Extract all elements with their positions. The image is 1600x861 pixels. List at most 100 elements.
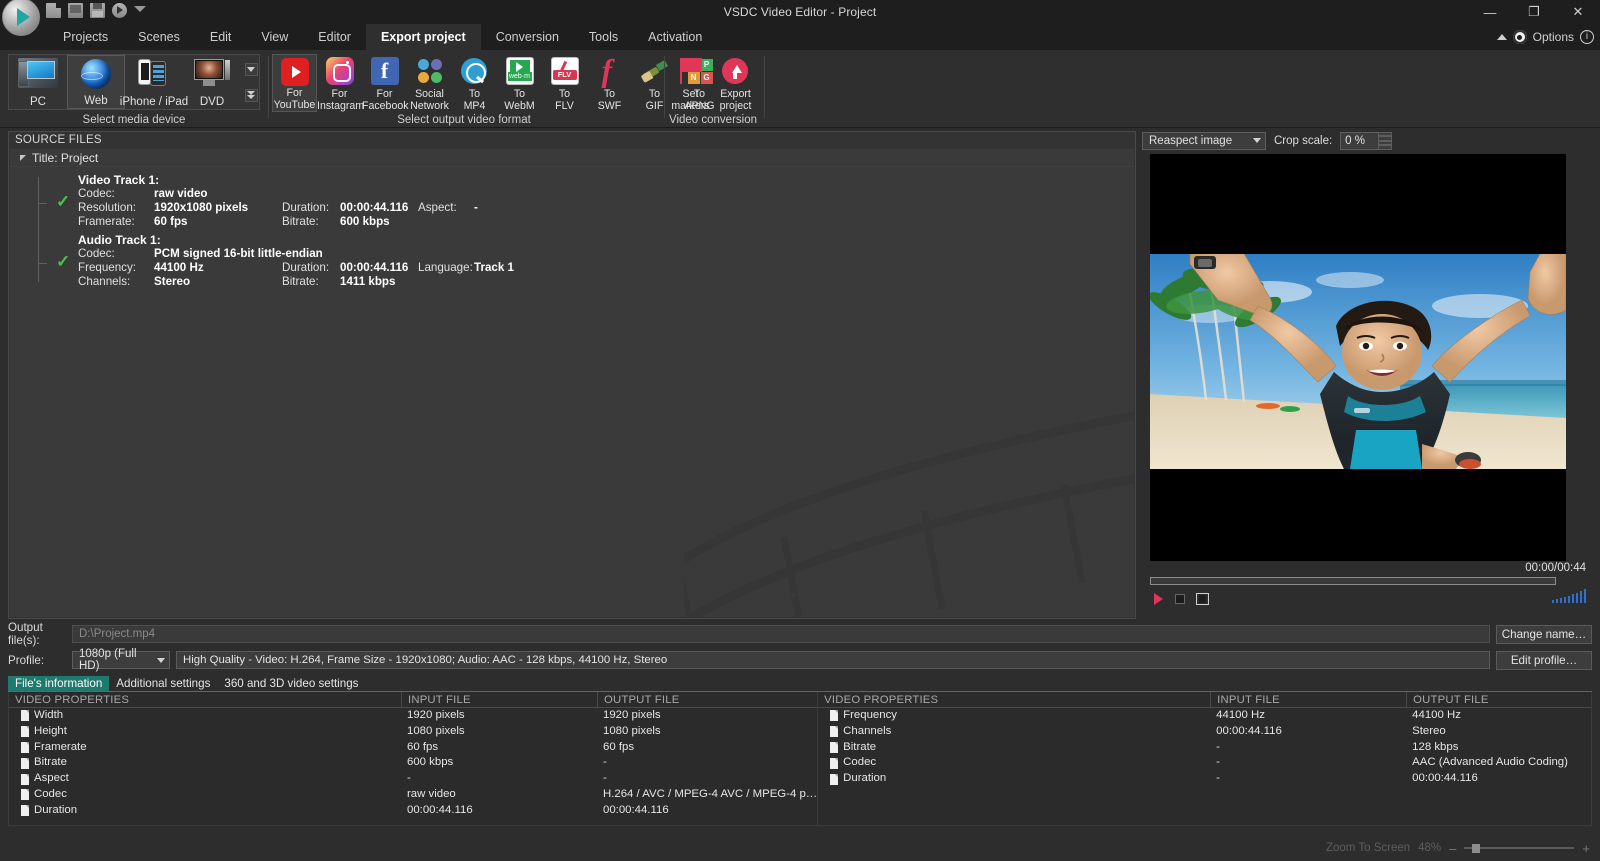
- info-icon[interactable]: i: [1580, 30, 1594, 44]
- audio-frequency-key: Frequency:: [78, 261, 154, 275]
- tab-activation[interactable]: Activation: [633, 24, 717, 50]
- close-button[interactable]: ✕: [1556, 0, 1600, 24]
- table-row[interactable]: Aspect - -: [9, 771, 817, 787]
- profile-description-combo[interactable]: High Quality - Video: H.264, Frame Size …: [176, 651, 1490, 669]
- audio-language-key: Language:: [418, 261, 474, 275]
- set-markers-button[interactable]: Setmarkers: [668, 54, 713, 112]
- video-preview-stage[interactable]: [1150, 154, 1566, 561]
- mp4-icon: [461, 57, 489, 85]
- format-for-facebook[interactable]: f ForFacebook: [362, 54, 407, 112]
- tab-conversion[interactable]: Conversion: [481, 24, 574, 50]
- options-label[interactable]: Options: [1533, 30, 1574, 44]
- table-row[interactable]: Bitrate - 128 kbps: [818, 740, 1591, 756]
- preview-icon[interactable]: [112, 3, 127, 18]
- audio-col-input: INPUT FILE: [1210, 692, 1406, 707]
- tab-export-project[interactable]: Export project: [366, 24, 481, 50]
- format-to-webm[interactable]: web·m ToWebM: [497, 54, 542, 112]
- tab-edit[interactable]: Edit: [195, 24, 247, 50]
- tab-editor[interactable]: Editor: [303, 24, 366, 50]
- table-row[interactable]: Frequency 44100 Hz 44100 Hz: [818, 708, 1591, 724]
- table-row[interactable]: Duration - 00:00:44.116: [818, 771, 1591, 787]
- ribbon-separator-3: [764, 56, 765, 118]
- audio-duration-value: 00:00:44.116: [340, 261, 418, 275]
- video-framerate-value: 60 fps: [154, 215, 282, 229]
- format-for-instagram[interactable]: ForInstagram: [317, 54, 362, 112]
- tab-files-information[interactable]: File's information: [8, 676, 109, 691]
- table-row[interactable]: Height 1080 pixels 1080 pixels: [9, 724, 817, 740]
- export-project-button[interactable]: Exportproject: [713, 54, 758, 112]
- zoom-slider[interactable]: [1464, 842, 1574, 854]
- table-row[interactable]: Bitrate 600 kbps -: [9, 755, 817, 771]
- format-to-flv[interactable]: FLV ToFLV: [542, 54, 587, 112]
- edit-profile-button[interactable]: Edit profile…: [1496, 651, 1592, 670]
- video-aspect-value: -: [474, 201, 478, 215]
- play-button[interactable]: [1150, 591, 1166, 606]
- cell-input: raw video: [401, 787, 597, 803]
- tab-projects[interactable]: Projects: [48, 24, 123, 50]
- media-device-iphone-ipad[interactable]: iPhone / iPad: [125, 55, 183, 109]
- open-project-icon[interactable]: [68, 3, 83, 18]
- tab-view[interactable]: View: [246, 24, 303, 50]
- aspect-mode-combo[interactable]: Reaspect image: [1142, 132, 1266, 150]
- scroll-more-button[interactable]: [245, 89, 258, 102]
- table-row[interactable]: Duration 00:00:44.116 00:00:44.116: [9, 803, 817, 819]
- format-to-swf[interactable]: ToSWF: [587, 54, 632, 112]
- format-for-youtube[interactable]: ForYouTube: [272, 54, 317, 112]
- crop-scale-down-button[interactable]: [1378, 141, 1392, 150]
- change-name-button[interactable]: Change name…: [1496, 625, 1592, 644]
- new-project-icon[interactable]: [46, 3, 61, 18]
- crop-scale-buttons: [1378, 132, 1392, 150]
- output-file-input[interactable]: D:\Project.mp4: [72, 625, 1490, 643]
- table-row[interactable]: Channels 00:00:44.116 Stereo: [818, 724, 1591, 740]
- fullscreen-button[interactable]: [1194, 591, 1210, 606]
- table-row[interactable]: Codec raw video H.264 / AVC / MPEG-4 AVC…: [9, 787, 817, 803]
- crop-scale-stepper[interactable]: 0 %: [1340, 132, 1392, 150]
- video-track-checkmark[interactable]: ✓: [56, 194, 70, 210]
- save-project-icon[interactable]: [90, 3, 105, 18]
- media-device-dvd[interactable]: DVD: [183, 55, 241, 109]
- media-device-pc[interactable]: PC: [9, 55, 67, 109]
- audio-channels-key: Channels:: [78, 275, 154, 289]
- maximize-button[interactable]: ❐: [1512, 0, 1556, 24]
- ribbon-group-output-format: ForYouTube ForInstagram f ForFacebook: [268, 50, 660, 128]
- media-device-web[interactable]: Web: [67, 55, 125, 109]
- table-row[interactable]: Codec - AAC (Advanced Audio Coding): [818, 755, 1591, 771]
- crop-scale-value[interactable]: 0 %: [1340, 132, 1378, 150]
- audio-track-branch: ✓ Audio Track 1: Codec: PCM signed 16-bi…: [38, 233, 1134, 289]
- format-social-network[interactable]: SocialNetwork: [407, 54, 452, 112]
- zoom-slider-knob[interactable]: [1472, 844, 1480, 853]
- tab-additional-settings[interactable]: Additional settings: [109, 676, 217, 691]
- video-framerate-key: Framerate:: [78, 215, 154, 229]
- media-device-group-label: Select media device: [0, 114, 268, 126]
- source-tree-root[interactable]: Title: Project: [10, 149, 1134, 167]
- output-format-buttons: ForYouTube ForInstagram f ForFacebook: [272, 54, 722, 112]
- cell-input: 600 kbps: [401, 755, 597, 771]
- format-for-youtube-label: ForYouTube: [273, 88, 316, 111]
- property-icon: [21, 789, 29, 800]
- tab-tools[interactable]: Tools: [574, 24, 633, 50]
- tab-scenes[interactable]: Scenes: [123, 24, 195, 50]
- seek-slider[interactable]: [1150, 577, 1556, 585]
- table-row[interactable]: Width 1920 pixels 1920 pixels: [9, 708, 817, 724]
- crop-scale-up-button[interactable]: [1378, 132, 1392, 141]
- table-row[interactable]: Framerate 60 fps 60 fps: [9, 740, 817, 756]
- format-to-flv-label: ToFLV: [542, 89, 587, 112]
- property-icon: [830, 774, 838, 785]
- zoom-to-screen-label[interactable]: Zoom To Screen: [1326, 842, 1410, 854]
- profile-combo[interactable]: 1080p (Full HD): [72, 651, 170, 669]
- format-to-mp4[interactable]: ToMP4: [452, 54, 497, 112]
- collapse-triangle-icon[interactable]: [20, 155, 26, 161]
- gear-icon[interactable]: [1513, 30, 1527, 44]
- video-bitrate-value: 600 kbps: [340, 215, 418, 229]
- tab-360-3d-video-settings[interactable]: 360 and 3D video settings: [217, 676, 365, 691]
- minimize-button[interactable]: —: [1468, 0, 1512, 24]
- collapse-ribbon-icon[interactable]: [1497, 34, 1507, 40]
- customize-qat-icon[interactable]: [134, 3, 149, 18]
- stop-button[interactable]: [1172, 591, 1188, 606]
- video-conversion-buttons: Setmarkers Exportproject: [668, 54, 758, 112]
- audio-track-checkmark[interactable]: ✓: [56, 254, 70, 270]
- volume-meter[interactable]: [1552, 589, 1587, 603]
- zoom-in-button[interactable]: +: [1582, 841, 1590, 856]
- zoom-out-button[interactable]: –: [1449, 841, 1456, 856]
- scroll-down-button[interactable]: [245, 63, 258, 76]
